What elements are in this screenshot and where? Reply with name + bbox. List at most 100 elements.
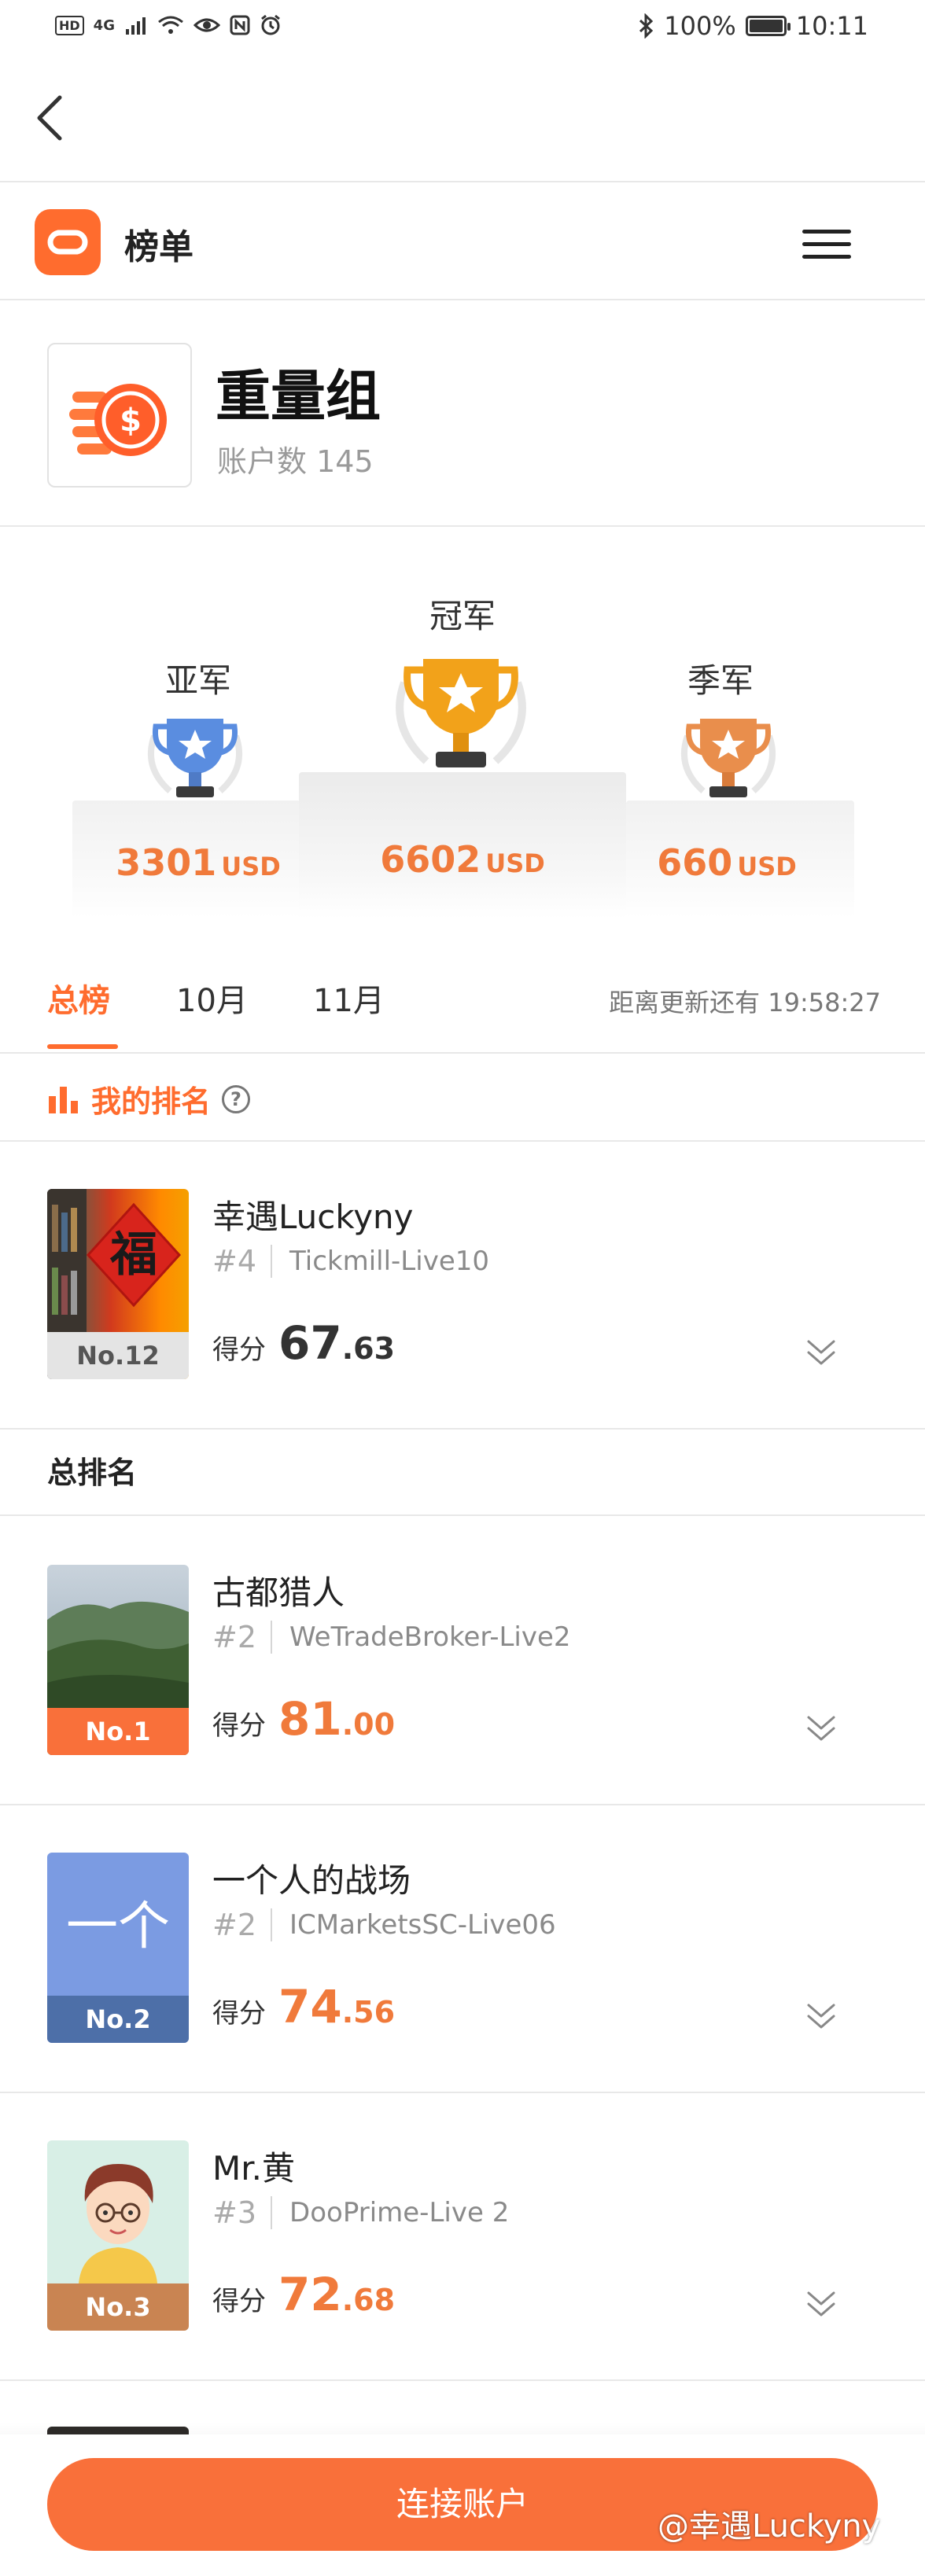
avatar: 一个 No.2 — [47, 1853, 189, 2043]
hd-indicator: HD — [55, 15, 84, 35]
watermark: @幸遇Luckyny — [658, 2508, 881, 2545]
score-label: 得分 — [212, 2286, 266, 2317]
entry-name: 古都猎人 — [212, 1573, 345, 1612]
my-rank-entry[interactable]: 福 No.12 幸遇Luckyny #4 Tickmill-Live10 得分 … — [0, 1142, 925, 1409]
ranking-row[interactable]: No.1 古都猎人 #2 WeTradeBroker-Live2 得分 81 .… — [0, 1518, 925, 1785]
third-place-amount: 660 USD — [657, 841, 797, 884]
group-icon-box: $ — [47, 343, 192, 488]
score-decimal: .63 — [341, 1331, 396, 1366]
status-bar: HD 4G 100% 10:11 — [0, 0, 925, 57]
account-name: WeTradeBroker-Live2 — [289, 1621, 571, 1653]
score-decimal: .00 — [341, 1707, 396, 1742]
fu-character-image: 福 — [47, 1189, 182, 1332]
battery-level — [749, 20, 783, 32]
tab-october[interactable]: 10月 — [176, 975, 248, 1021]
double-chevron-down-icon — [807, 1340, 835, 1365]
eye-icon — [193, 18, 220, 32]
meta-separator — [271, 1245, 273, 1278]
first-place-label: 冠军 — [429, 597, 496, 635]
expand-button[interactable] — [804, 1713, 838, 1744]
meta-separator — [271, 1621, 273, 1654]
meta-separator — [271, 2196, 273, 2229]
battery-icon — [745, 16, 790, 36]
my-rank-label: 我的排名 — [91, 1084, 212, 1119]
page-title: 榜单 — [124, 227, 193, 267]
tab-overall[interactable]: 总榜 — [47, 975, 110, 1021]
bronze-trophy-icon — [680, 719, 776, 797]
score-integer: 67 — [278, 1316, 342, 1370]
divider — [0, 1514, 925, 1516]
menu-button[interactable] — [802, 225, 853, 264]
clock: 10:11 — [795, 11, 868, 41]
rank-tag: #2 — [212, 1908, 257, 1942]
avatar: No.3 — [47, 2140, 189, 2331]
score-integer: 74 — [278, 1980, 342, 2033]
rank-badge: No.2 — [47, 1996, 189, 2043]
status-left: HD 4G — [55, 14, 282, 36]
svg-text:$: $ — [120, 403, 142, 439]
entry-score: 得分 81 .00 — [212, 1692, 395, 1746]
avatar: No.1 — [47, 1565, 189, 1755]
score-integer: 81 — [278, 1692, 342, 1746]
divider — [0, 2379, 925, 2381]
expand-button[interactable] — [804, 2000, 838, 2032]
bar-chart-icon — [49, 1086, 78, 1113]
rank-badge: No.12 — [47, 1332, 189, 1379]
expand-button[interactable] — [804, 2288, 838, 2320]
score-decimal: .56 — [341, 1995, 396, 2030]
rank-tag: #4 — [212, 1244, 257, 1279]
chevron-left-icon — [37, 95, 62, 141]
meta-separator — [271, 1908, 273, 1941]
update-countdown: 距离更新还有 19:58:27 — [609, 988, 881, 1018]
entry-meta: #3 DooPrime-Live 2 — [212, 2195, 509, 2230]
entry-meta: #2 WeTradeBroker-Live2 — [212, 1620, 571, 1654]
avatar: 福 No.12 — [47, 1189, 189, 1379]
group-name: 重量组 — [216, 364, 381, 429]
silver-trophy-icon — [147, 719, 243, 797]
rank-badge: No.3 — [47, 2283, 189, 2331]
tab-november[interactable]: 11月 — [313, 975, 385, 1021]
help-icon[interactable]: ? — [222, 1084, 251, 1113]
third-place-label: 季军 — [687, 661, 754, 700]
battery-percent: 100% — [664, 11, 736, 41]
first-place-amount: 6602 USD — [380, 838, 545, 881]
expand-button[interactable] — [804, 1337, 838, 1368]
wifi-icon — [158, 16, 183, 34]
gold-trophy-icon — [396, 659, 526, 767]
account-count: 账户数 145 — [217, 444, 374, 479]
dollar-coins-icon: $ — [69, 384, 167, 456]
entry-score: 得分 72 .68 — [212, 2268, 395, 2321]
divider — [0, 525, 925, 527]
ranking-row[interactable]: No.3 Mr.黄 #3 DooPrime-Live 2 得分 72 .68 — [0, 2093, 925, 2361]
entry-score: 得分 74 .56 — [212, 1980, 395, 2033]
ranking-row[interactable]: 一个 No.2 一个人的战场 #2 ICMarketsSC-Live06 得分 … — [0, 1805, 925, 2073]
double-chevron-down-icon — [807, 2004, 835, 2029]
alarm-icon — [261, 14, 280, 35]
rank-badge: No.1 — [47, 1708, 189, 1755]
score-label: 得分 — [212, 1334, 266, 1366]
entry-meta: #2 ICMarketsSC-Live06 — [212, 1908, 556, 1942]
signal-icon — [125, 17, 146, 35]
overall-ranking-label: 总排名 — [47, 1455, 138, 1490]
account-name: DooPrime-Live 2 — [289, 2197, 510, 2228]
rank-tag: #2 — [212, 1620, 257, 1654]
cartoon-person-avatar-image — [79, 2164, 157, 2283]
status-right: 100% 10:11 — [637, 11, 868, 41]
score-label: 得分 — [212, 1710, 266, 1742]
mountain-landscape-image — [47, 1601, 189, 1708]
divider — [0, 1052, 925, 1054]
score-decimal: .68 — [341, 2283, 396, 2317]
back-button[interactable] — [27, 86, 74, 149]
app-logo-icon — [35, 209, 101, 275]
account-name: Tickmill-Live10 — [289, 1246, 490, 1277]
double-chevron-down-icon — [807, 1716, 835, 1741]
bluetooth-icon — [639, 13, 654, 39]
entry-name: 幸遇Luckyny — [212, 1198, 414, 1236]
second-place-label: 亚军 — [164, 661, 231, 700]
divider — [0, 1428, 925, 1430]
divider — [0, 181, 925, 182]
account-name: ICMarketsSC-Live06 — [289, 1909, 556, 1941]
podium: 亚军 冠军 季军 3301 USD 6602 USD 660 USD — [0, 550, 925, 918]
score-integer: 72 — [278, 2268, 342, 2321]
divider — [0, 299, 925, 300]
